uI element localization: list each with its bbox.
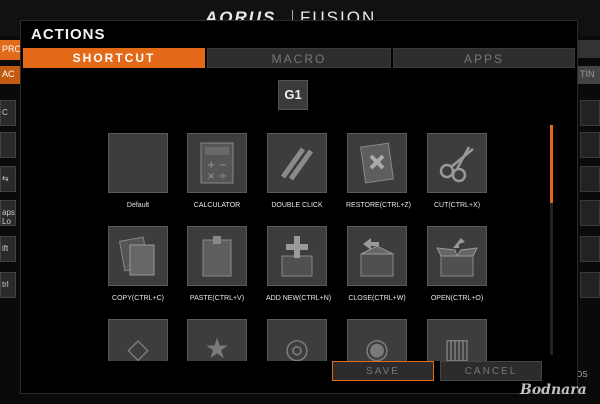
tab-apps[interactable]: APPS [393,48,575,68]
close-box-icon [347,226,407,286]
paste-icon [187,226,247,286]
add-new-icon [267,226,327,286]
cancel-button[interactable]: CANCEL [440,361,542,381]
action-tabs: SHORTCUT MACRO APPS [21,48,577,68]
bg-right-tab[interactable] [578,40,600,58]
shortcut-item-restore[interactable]: RESTORE(CTRL+Z) [346,133,412,209]
shortcut-item-default[interactable]: Default [107,133,169,209]
svg-text:× ÷: × ÷ [207,171,227,182]
bg-key[interactable]: trl [0,272,16,298]
blank-icon [108,133,168,193]
save-button[interactable]: SAVE [332,361,434,381]
selected-key-badge: G1 [278,80,308,110]
shortcut-item-double-click[interactable]: DOUBLE CLICK [266,133,328,209]
tab-shortcut[interactable]: SHORTCUT [23,48,205,68]
shortcut-item[interactable]: ▥ [426,319,488,361]
shortcut-label: Default [126,202,150,209]
shortcut-label: PASTE(CTRL+V) [189,295,245,302]
shortcut-item[interactable]: ◉ [346,319,408,361]
shortcut-label: OPEN(CTRL+O) [430,295,484,302]
bg-key[interactable] [580,236,600,262]
shortcut-item-close[interactable]: CLOSE(CTRL+W) [346,226,408,302]
copy-icon [108,226,168,286]
shortcut-label: CUT(CTRL+X) [433,202,481,209]
scissors-icon [427,133,487,193]
scrollbar-thumb[interactable] [550,125,553,203]
bg-key[interactable] [0,132,16,158]
shortcut-label: COPY(CTRL+C) [112,295,164,302]
bg-right-tab-settings[interactable]: TIN [578,66,600,84]
partial-icon-1: ◇ [108,319,168,361]
restore-icon [347,133,407,193]
shortcut-label: DOUBLE CLICK [271,202,323,209]
svg-text:+ −: + − [207,160,227,171]
bg-key[interactable] [580,100,600,126]
shortcut-label: CLOSE(CTRL+W) [348,295,406,302]
shortcut-label: RESTORE(CTRL+Z) [346,202,412,209]
shortcut-item-paste[interactable]: PASTE(CTRL+V) [186,226,248,302]
shortcut-item[interactable]: ★ [186,319,248,361]
shortcut-item-copy[interactable]: COPY(CTRL+C) [107,226,169,302]
dialog-title: ACTIONS [31,26,106,43]
shortcut-item-cut[interactable]: CUT(CTRL+X) [426,133,488,209]
bg-key[interactable] [580,272,600,298]
bg-key[interactable] [580,132,600,158]
open-box-icon [427,226,487,286]
calculator-icon: + − × ÷ [187,133,247,193]
grid-scrollbar[interactable] [550,125,553,355]
shortcut-label: CALCULATOR [193,202,241,209]
shortcut-item-calculator[interactable]: + − × ÷ CALCULATOR [186,133,248,209]
partial-icon-3: ◎ [267,319,327,361]
actions-dialog: ACTIONS SHORTCUT MACRO APPS G1 Default +… [20,20,578,394]
bg-key[interactable] [580,166,600,192]
shortcut-item[interactable]: ◇ [107,319,169,361]
bg-key[interactable]: C [0,100,16,126]
partial-icon-5: ▥ [427,319,487,361]
partial-icon-2: ★ [187,319,247,361]
shortcut-grid: Default + − × ÷ CALCULATOR DOUBLE CLICK R… [101,133,501,361]
double-click-icon [267,133,327,193]
shortcut-item[interactable]: ◎ [266,319,328,361]
shortcut-label: ADD NEW(CTRL+N) [266,295,332,302]
bg-key[interactable]: aps Lo [0,200,16,226]
bg-key[interactable] [580,200,600,226]
shortcut-item-open[interactable]: OPEN(CTRL+O) [426,226,488,302]
bg-key[interactable]: ift [0,236,16,262]
shortcut-item-add-new[interactable]: ADD NEW(CTRL+N) [266,226,332,302]
bg-key[interactable]: ⇆ [0,166,16,192]
tab-macro[interactable]: MACRO [207,48,391,68]
partial-icon-4: ◉ [347,319,407,361]
watermark: Bodnara [520,382,587,398]
